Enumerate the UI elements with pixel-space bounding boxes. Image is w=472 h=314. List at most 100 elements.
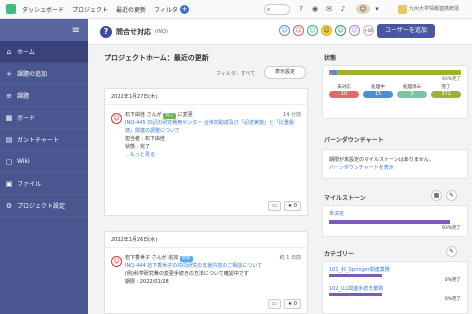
burndown-link[interactable]: バーンダウンチャートを表示 [329, 164, 461, 172]
add-issue-plus-icon[interactable]: + [179, 4, 189, 14]
add-user-button[interactable]: ユーザーを追加 [377, 24, 435, 38]
activity-detail: 担当者 : 石下由佳 [125, 136, 165, 142]
status-label: 処理中 [371, 85, 385, 90]
activity-card: 2022年1月27日(木) ☺ 14 分前 石下由佳 さんが 完了 に変更 IN… [104, 88, 308, 216]
burndown-title: バーンダウンチャート [324, 137, 384, 144]
status-inprogress[interactable]: 処理中 15 [363, 84, 393, 98]
status-title: 状態 [324, 55, 337, 62]
issue-link[interactable]: INQ-444 岩下香世子の共同研究の支援内容のご相談について [125, 262, 301, 270]
activity-item: ☺ 約 1 日前 岩下香世子 さんが 追加 更新 INQ-444 岩下香世子の共… [105, 248, 307, 286]
card-actions: ▭ ★ 0 [268, 201, 301, 211]
home-icon: ⌂ [6, 47, 12, 56]
bell-icon[interactable]: ♪ [338, 4, 348, 14]
show-more-link[interactable]: …もっと見る [125, 151, 301, 159]
star-button[interactable]: ★ 0 [283, 201, 301, 211]
sidebar-item-label: ホーム [17, 49, 35, 56]
sidebar-toggle-icon[interactable]: ≡ [0, 19, 88, 41]
project-key: (INQ) [155, 28, 169, 35]
sidebar-item-issues[interactable]: ≡ 課題 [0, 85, 88, 107]
activity-card: 2022年1月26日(水) ☺ 約 1 日前 岩下香世子 さんが 追加 更新 I… [104, 231, 308, 314]
user-avatar-icon[interactable]: ☺ [111, 113, 122, 124]
member-avatar[interactable]: ☺ [293, 25, 304, 36]
milestone-progress-bar [329, 220, 451, 224]
space-switcher[interactable]: 九州大学情報連携統括 [398, 3, 468, 15]
user-avatar-icon[interactable]: ☺ [111, 256, 122, 267]
member-avatar[interactable]: ☺ [307, 25, 318, 36]
status-counts: 未対応 10 処理中 15 処理済み 3 完了 372 [329, 84, 461, 98]
activity-time: 約 1 日前 [279, 255, 301, 261]
calendar-icon[interactable]: ▦ [431, 190, 442, 201]
sidebar-item-wiki[interactable]: ▢ Wiki [0, 151, 88, 173]
project-icon: ? [100, 25, 112, 38]
star-button[interactable]: ★ 0 [283, 299, 301, 309]
display-settings-button[interactable]: 表示設定 [264, 66, 306, 79]
activity-action: に変更 [177, 112, 193, 118]
sidebar-item-home[interactable]: ⌂ ホーム [0, 41, 88, 63]
sidebar-item-label: ファイル [17, 181, 42, 188]
activity-time: 14 分前 [283, 112, 301, 118]
status-open[interactable]: 未対応 10 [329, 84, 359, 98]
activity-detail: (例)科学研究費の変更手続きの方法について確認中です [125, 271, 249, 277]
nav-recent[interactable]: 最近の更新 [116, 5, 146, 14]
activity-detail: 状態 : 完了 [125, 144, 150, 150]
comment-icon[interactable]: ▭ [268, 201, 281, 211]
status-count: 15 [363, 91, 393, 98]
member-avatar[interactable]: ☺ [335, 25, 346, 36]
issue-link[interactable]: INQ-445 日記の研究費用センター 合併前助成及び「記述実施」と「比重最適」… [125, 119, 301, 135]
sidebar-item-label: プロジェクト設定 [17, 203, 66, 210]
comment-icon[interactable]: ▭ [268, 299, 281, 309]
sidebar-item-label: ボード [17, 115, 36, 122]
section-title: プロジェクトホーム：最近の更新 [104, 54, 209, 62]
status-count: 3 [397, 91, 427, 98]
user-chevron-down-icon[interactable]: ▾ [372, 4, 382, 14]
sidebar-item-gantt[interactable]: ▤ ガントチャート [0, 129, 88, 151]
category-item[interactable]: 102_ILL関連手続き業務 [329, 285, 461, 293]
status-panel: 93%完了 未対応 10 処理中 15 処理済み 3 完了 372 [322, 65, 468, 119]
card-date: 2022年1月27日(木) [105, 89, 307, 105]
milestone-percent: 93%完了 [441, 226, 461, 231]
category-item[interactable]: 101_科_Springer関連業務 [329, 266, 461, 274]
member-avatar[interactable]: ☺ [279, 25, 290, 36]
sidebar-item-label: Wiki [17, 158, 30, 165]
nav-dashboard[interactable]: ダッシュボード [22, 5, 64, 14]
right-panel: 状態 93%完了 未対応 10 処理中 15 処理済み 3 完了 372 バーン… [318, 45, 468, 314]
list-icon: ≡ [6, 91, 12, 100]
sidebar-item-label: 課題の追加 [17, 71, 48, 78]
milestone-panel: 未決定 93%完了 [322, 205, 468, 237]
edit-icon[interactable]: ✎ [446, 246, 457, 257]
activity-item: ☺ 14 分前 石下由佳 さんが 完了 に変更 INQ-445 日記の研究費用セ… [105, 105, 307, 159]
backlog-logo[interactable] [6, 4, 16, 14]
watch-icon[interactable]: ◉ [310, 4, 320, 14]
activity-user[interactable]: 石下由佳 さんが [125, 112, 162, 118]
user-avatar[interactable]: ☺ [356, 4, 370, 14]
sidebar-item-board[interactable]: ▦ ボード [0, 107, 88, 129]
more-members-icon[interactable]: +16 [363, 25, 374, 36]
burndown-text: 期限が未設定のマイルストーンはありません。 [329, 157, 434, 163]
sidebar: ≡ ⌂ ホーム + 課題の追加 ≡ 課題 ▦ ボード ▤ ガントチャート ▢ W… [0, 19, 88, 314]
board-icon: ▦ [5, 113, 13, 122]
status-closed[interactable]: 完了 372 [431, 84, 461, 98]
edit-icon[interactable]: ✎ [446, 190, 457, 201]
sidebar-item-add-issue[interactable]: + 課題の追加 [0, 63, 88, 85]
top-nav: ダッシュボード プロジェクト 最近の更新 フィルタ [22, 5, 178, 14]
filter-label[interactable]: フィルタ：すべて [216, 70, 255, 77]
gear-icon: ⚙ [5, 201, 13, 210]
sidebar-item-settings[interactable]: ⚙ プロジェクト設定 [0, 195, 88, 217]
nav-project[interactable]: プロジェクト [72, 5, 108, 14]
status-resolved[interactable]: 処理済み 3 [397, 84, 427, 98]
member-avatars: ☺ ☺ ☺ ☺ ☺ ☺ +16 [279, 25, 374, 36]
milestone-name[interactable]: 未決定 [329, 210, 461, 217]
status-count: 10 [329, 91, 359, 98]
category-percent: 0%完了 [444, 278, 461, 283]
member-avatar[interactable]: ☺ [321, 25, 332, 36]
activity-detail: 期限 : 2022/01/28 [125, 279, 169, 285]
project-title[interactable]: 問合せ対応 [116, 27, 151, 37]
member-avatar[interactable]: ☺ [349, 25, 360, 36]
activity-user[interactable]: 岩下香世子 さんが 追加 [125, 255, 178, 261]
sidebar-item-files[interactable]: ▣ ファイル [0, 173, 88, 195]
help-icon[interactable]: ? [296, 4, 306, 14]
nav-filter[interactable]: フィルタ [154, 5, 178, 14]
search-icon[interactable]: ⌕ [264, 4, 290, 15]
space-name: 九州大学情報連携統括 [409, 6, 460, 12]
notification-icon[interactable]: ✉ [324, 4, 334, 14]
